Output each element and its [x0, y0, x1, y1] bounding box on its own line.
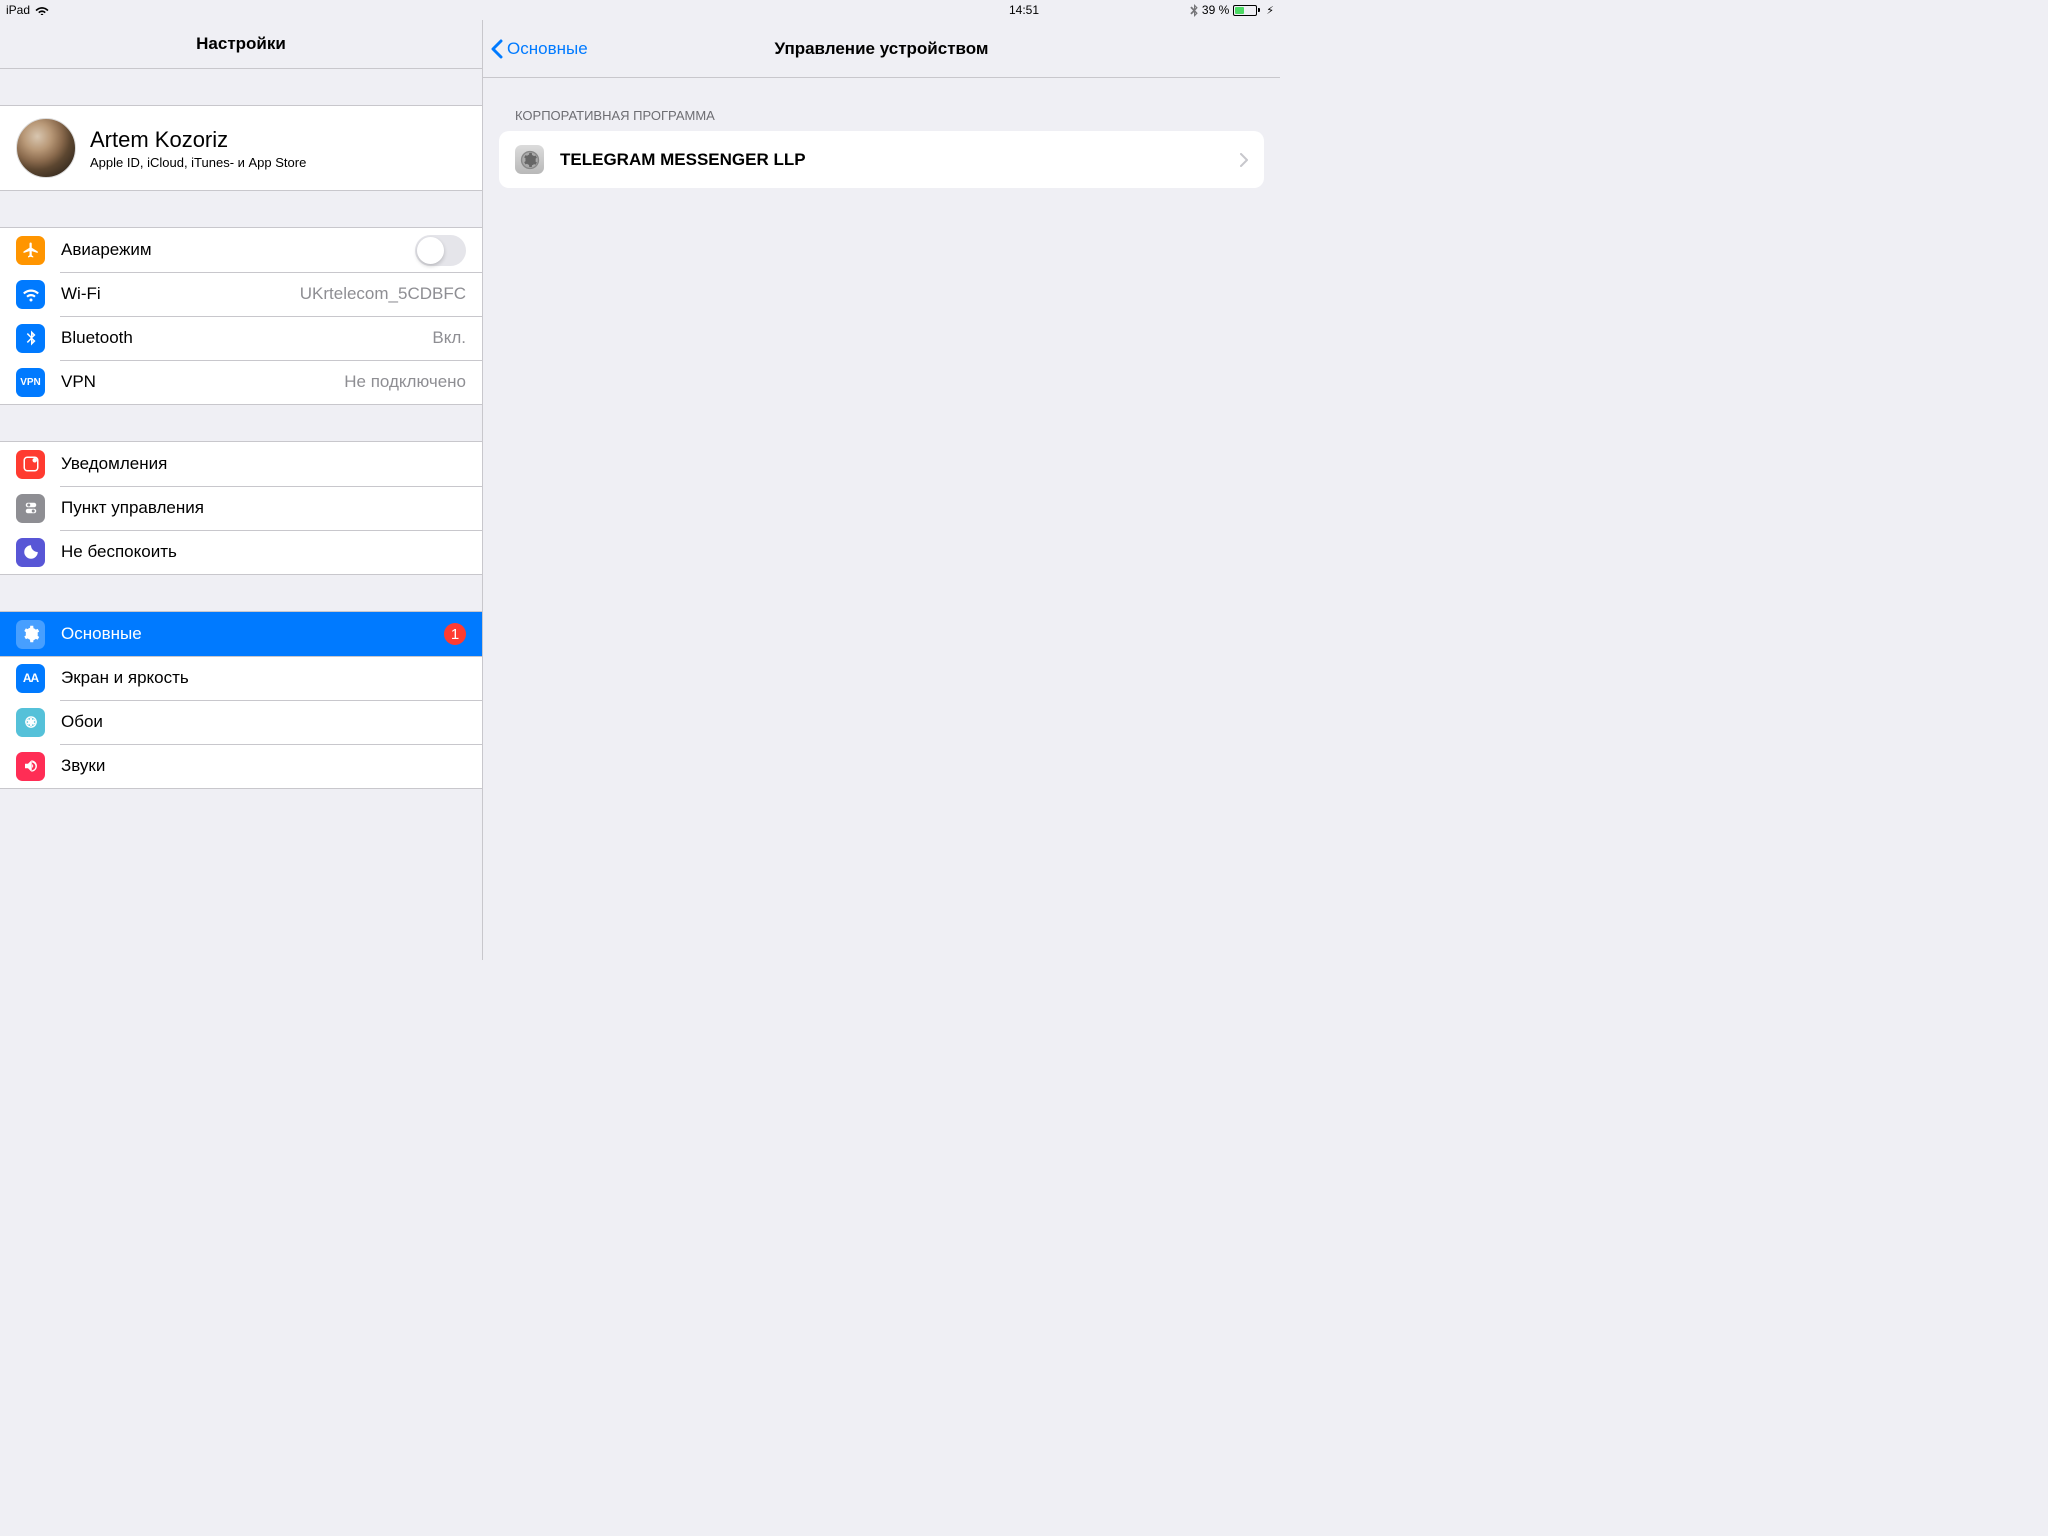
- display-row[interactable]: AA Экран и яркость: [0, 656, 482, 700]
- wallpaper-row[interactable]: Обои: [0, 700, 482, 744]
- device-label: iPad: [6, 3, 30, 17]
- wifi-icon: [35, 5, 49, 15]
- dnd-label: Не беспокоить: [61, 542, 466, 562]
- vpn-value: Не подключено: [344, 372, 466, 392]
- wifi-label: Wi-Fi: [61, 284, 300, 304]
- chevron-left-icon: [491, 39, 503, 59]
- airplane-icon: [16, 236, 45, 265]
- enterprise-app-label: TELEGRAM MESSENGER LLP: [560, 150, 1240, 170]
- sounds-icon: [16, 752, 45, 781]
- airplane-mode-row[interactable]: Авиарежим: [0, 228, 482, 272]
- avatar: [16, 118, 76, 178]
- battery-icon: [1233, 5, 1260, 16]
- wifi-row[interactable]: Wi-Fi UKrtelecom_5CDBFC: [0, 272, 482, 316]
- notifications-label: Уведомления: [61, 454, 466, 474]
- chevron-right-icon: [1240, 153, 1248, 167]
- profile-row[interactable]: Artem Kozoriz Apple ID, iCloud, iTunes- …: [0, 106, 482, 190]
- charging-icon: ⚡︎: [1266, 4, 1274, 17]
- display-label: Экран и яркость: [61, 668, 466, 688]
- notifications-icon: [16, 450, 45, 479]
- notifications-row[interactable]: Уведомления: [0, 442, 482, 486]
- control-center-icon: [16, 494, 45, 523]
- back-button[interactable]: Основные: [491, 39, 588, 59]
- battery-percent: 39 %: [1202, 3, 1229, 17]
- airplane-switch[interactable]: [415, 235, 466, 266]
- settings-sidebar: Настройки Artem Kozoriz Apple ID, iCloud…: [0, 20, 483, 960]
- sidebar-title: Настройки: [0, 20, 482, 69]
- detail-title: Управление устройством: [775, 39, 989, 59]
- wallpaper-icon: [16, 708, 45, 737]
- bluetooth-icon: [16, 324, 45, 353]
- profile-name: Artem Kozoriz: [90, 127, 306, 153]
- general-row[interactable]: Основные 1: [0, 612, 482, 656]
- profile-settings-icon: [515, 145, 544, 174]
- wifi-value: UKrtelecom_5CDBFC: [300, 284, 466, 304]
- section-header: КОРПОРАТИВНАЯ ПРОГРАММА: [483, 78, 1280, 131]
- sounds-label: Звуки: [61, 756, 466, 776]
- vpn-icon: VPN: [16, 368, 45, 397]
- airplane-label: Авиарежим: [61, 240, 415, 260]
- bluetooth-value: Вкл.: [432, 328, 466, 348]
- gear-icon: [16, 620, 45, 649]
- status-time: 14:51: [1009, 3, 1039, 17]
- vpn-label: VPN: [61, 372, 344, 392]
- bluetooth-label: Bluetooth: [61, 328, 432, 348]
- dnd-icon: [16, 538, 45, 567]
- display-icon: AA: [16, 664, 45, 693]
- detail-header: Основные Управление устройством: [483, 20, 1280, 78]
- dnd-row[interactable]: Не беспокоить: [0, 530, 482, 574]
- sounds-row[interactable]: Звуки: [0, 744, 482, 788]
- status-bar: iPad 14:51 39 % ⚡︎: [0, 0, 1280, 20]
- control-center-row[interactable]: Пункт управления: [0, 486, 482, 530]
- detail-pane: Основные Управление устройством КОРПОРАТ…: [483, 20, 1280, 960]
- general-badge: 1: [444, 623, 466, 645]
- vpn-row[interactable]: VPN VPN Не подключено: [0, 360, 482, 404]
- general-label: Основные: [61, 624, 444, 644]
- profile-subtitle: Apple ID, iCloud, iTunes- и App Store: [90, 155, 306, 170]
- bluetooth-row[interactable]: Bluetooth Вкл.: [0, 316, 482, 360]
- wallpaper-label: Обои: [61, 712, 466, 732]
- back-label: Основные: [507, 39, 588, 59]
- enterprise-app-row[interactable]: TELEGRAM MESSENGER LLP: [499, 131, 1264, 188]
- bluetooth-status-icon: [1190, 4, 1198, 17]
- control-center-label: Пункт управления: [61, 498, 466, 518]
- wifi-settings-icon: [16, 280, 45, 309]
